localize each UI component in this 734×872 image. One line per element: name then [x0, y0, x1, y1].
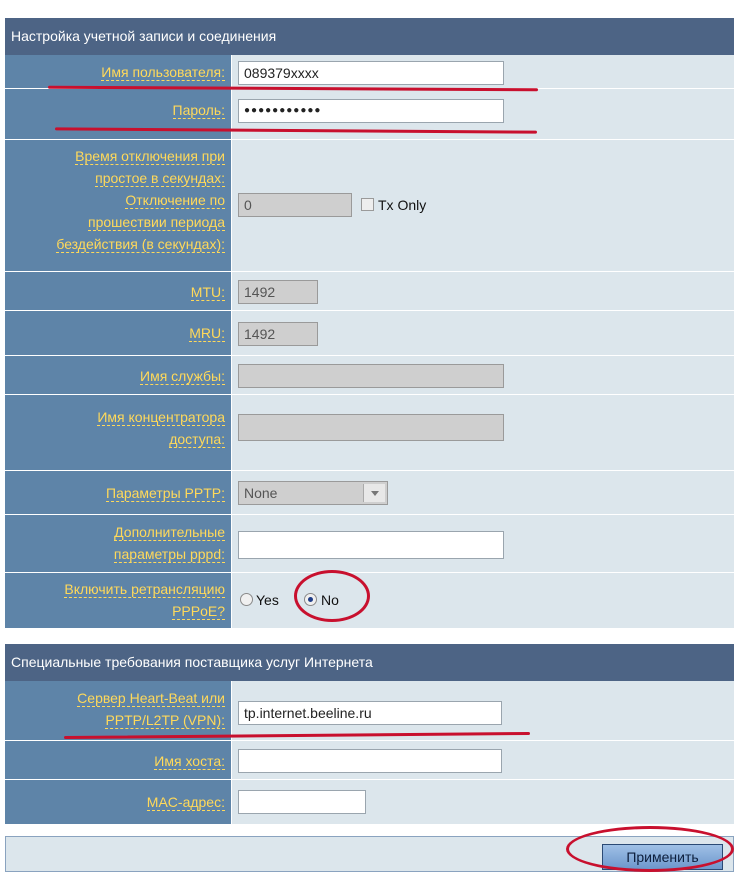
username-label: Имя пользователя: [101, 64, 225, 81]
pppoe-relay-yes-label: Yes [256, 592, 279, 608]
pppd-options-row: Дополнительные параметры pppd: [5, 515, 734, 573]
mru-row: MRU: 1492 [5, 311, 734, 356]
ac-name-label-line1: Имя концентратора [97, 409, 225, 426]
password-label: Пароль: [172, 102, 225, 119]
mac-address-row: MAC-адрес: [5, 780, 734, 824]
mtu-label: MTU: [190, 284, 225, 301]
mtu-field[interactable]: 1492 [238, 280, 318, 304]
pptp-options-row: Параметры PPTP: None [5, 471, 734, 515]
mru-field[interactable]: 1492 [238, 322, 318, 346]
annotation-circle-apply [566, 826, 734, 872]
username-row: Имя пользователя: 089379xxxx [5, 55, 734, 89]
hostname-field[interactable] [238, 749, 502, 773]
service-name-field[interactable] [238, 364, 504, 388]
ac-name-row: Имя концентратора доступа: [5, 395, 734, 471]
mac-address-label: MAC-адрес: [146, 794, 225, 811]
idle-label-line5: бездействия (в секундах): [56, 236, 225, 253]
annotation-circle-no-option [294, 570, 370, 622]
tx-only-label: Tx Only [378, 197, 427, 213]
username-field[interactable]: 089379xxxx [238, 61, 504, 85]
pppoe-relay-label-line1: Включить ретрансляцию [64, 581, 225, 598]
idle-time-field[interactable]: 0 [238, 193, 352, 217]
pppoe-relay-label-line2: PPPoE? [172, 603, 225, 620]
heartbeat-server-row: Сервер Heart-Beat или PPTP/L2TP (VPN): t… [5, 681, 734, 741]
ac-name-label-line2: доступа: [169, 431, 225, 448]
service-name-row: Имя службы: [5, 356, 734, 395]
pppoe-relay-yes-radio[interactable] [240, 593, 253, 606]
hostname-label: Имя хоста: [154, 753, 225, 770]
mru-label: MRU: [189, 325, 225, 342]
mac-address-field[interactable] [238, 790, 366, 814]
idle-label-line4: прошествии периода [88, 214, 225, 231]
pptp-options-value: None [244, 485, 278, 501]
pptp-options-select[interactable]: None [238, 481, 388, 505]
mtu-row: MTU: 1492 [5, 272, 734, 311]
idle-time-row: Время отключения при простое в секундах:… [5, 140, 734, 272]
pppd-options-field[interactable] [238, 531, 504, 559]
idle-label-line2: простое в секундах: [95, 170, 225, 187]
password-field[interactable]: ●●●●●●●●●●● [238, 99, 504, 123]
account-connection-section: Настройка учетной записи и соединения Им… [5, 18, 734, 628]
tx-only-checkbox[interactable] [361, 198, 374, 211]
pppd-label-line2: параметры pppd: [113, 546, 225, 563]
idle-label-line3: Отключение по [125, 192, 225, 209]
idle-label-line1: Время отключения при [75, 148, 225, 165]
pppd-label-line1: Дополнительные [114, 524, 225, 541]
ac-name-field[interactable] [238, 414, 504, 441]
service-name-label: Имя службы: [140, 368, 225, 385]
heartbeat-label-line1: Сервер Heart-Beat или [77, 690, 225, 707]
heartbeat-server-field[interactable]: tp.internet.beeline.ru [238, 701, 502, 725]
heartbeat-label-line2: PPTP/L2TP (VPN): [105, 712, 225, 729]
section-title: Специальные требования поставщика услуг … [5, 644, 734, 681]
pptp-options-label: Параметры PPTP: [106, 485, 225, 502]
chevron-down-icon[interactable] [363, 484, 385, 502]
pppoe-relay-row: Включить ретрансляцию PPPoE? Yes No [5, 573, 734, 628]
hostname-row: Имя хоста: [5, 741, 734, 780]
section-title: Настройка учетной записи и соединения [5, 18, 734, 55]
